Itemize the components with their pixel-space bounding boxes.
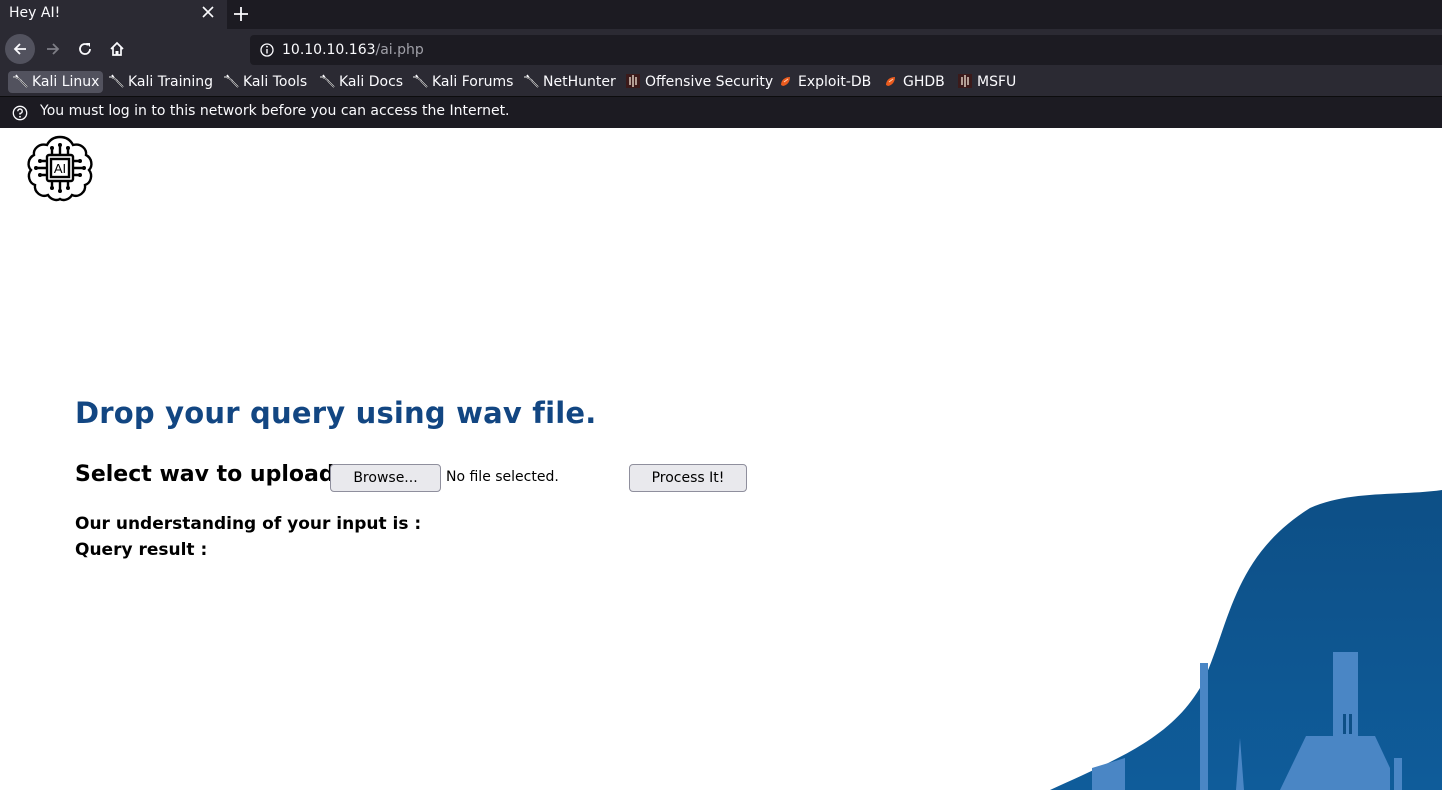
bookmark-label: Exploit-DB [798, 74, 872, 90]
query-result-label: Query result : [75, 540, 208, 560]
bookmarks-toolbar: Kali Linux Kali Training Kali Tools Kali Do… [0, 67, 1442, 96]
offsec-icon [625, 73, 641, 89]
bookmark-nethunter[interactable]: NetHunter [519, 71, 620, 93]
bookmark-label: GHDB [903, 74, 945, 90]
bookmark-kali-linux[interactable]: Kali Linux [8, 71, 104, 93]
upload-label: Select wav to upload: [75, 462, 344, 487]
arrow-left-icon [13, 43, 26, 55]
url-bar[interactable]: 10.10.10.163/ai.php [250, 35, 1442, 65]
browse-button[interactable]: Browse... [330, 464, 441, 492]
kali-dragon-icon [12, 73, 28, 89]
bookmark-label: Offensive Security [645, 74, 774, 90]
help-icon [12, 105, 28, 121]
home-button[interactable] [102, 34, 132, 64]
bookmark-kali-tools[interactable]: Kali Tools [219, 71, 311, 93]
bookmark-label: NetHunter [543, 74, 616, 90]
url-host: 10.10.10.163 [282, 42, 376, 58]
bookmark-kali-training[interactable]: Kali Training [104, 71, 217, 93]
bookmark-label: Kali Docs [339, 74, 404, 90]
notice-text: You must log in to this network before y… [40, 103, 510, 119]
exploitdb-icon [883, 73, 899, 89]
back-button[interactable] [5, 34, 35, 64]
understanding-label: Our understanding of your input is : [75, 514, 422, 534]
ai-chip-logo: AI [27, 135, 93, 202]
url-text: 10.10.10.163/ai.php [282, 42, 424, 58]
page-heading: Drop your query using wav file. [75, 396, 597, 430]
tab-bar: Hey AI! [0, 0, 1442, 29]
new-tab-icon[interactable] [232, 5, 250, 23]
reload-icon [79, 43, 91, 55]
bookmark-label: MSFU [977, 74, 1017, 90]
bookmark-offensive-security[interactable]: Offensive Security [621, 71, 777, 93]
home-icon [110, 41, 124, 56]
bookmark-label: Kali Linux [32, 74, 100, 90]
forward-button[interactable] [38, 34, 68, 64]
bookmark-label: Kali Training [128, 74, 213, 90]
decorative-wave-cityscape [1050, 490, 1442, 790]
bookmark-ghdb[interactable]: GHDB [879, 71, 949, 93]
kali-dragon-icon [319, 73, 335, 89]
tab-title: Hey AI! [9, 5, 61, 21]
offsec-icon [957, 73, 973, 89]
bookmark-exploit-db[interactable]: Exploit-DB [774, 71, 875, 93]
arrow-right-icon [47, 43, 60, 55]
bookmark-kali-forums[interactable]: Kali Forums [408, 71, 517, 93]
exploitdb-icon [778, 73, 794, 89]
captive-portal-notice: You must log in to this network before y… [0, 96, 1442, 128]
bookmark-kali-docs[interactable]: Kali Docs [315, 71, 407, 93]
kali-dragon-icon [223, 73, 239, 89]
kali-dragon-icon [412, 73, 428, 89]
bookmark-msfu[interactable]: MSFU [953, 71, 1020, 93]
url-path: /ai.php [375, 42, 424, 58]
logo-text: AI [54, 161, 66, 176]
file-status-text: No file selected. [446, 469, 559, 485]
bookmark-label: Kali Forums [432, 74, 514, 90]
kali-dragon-icon [108, 73, 124, 89]
close-icon[interactable] [201, 5, 215, 19]
bookmark-label: Kali Tools [243, 74, 308, 90]
process-button[interactable]: Process It! [629, 464, 747, 492]
info-icon[interactable] [260, 43, 274, 57]
tab-hey-ai[interactable]: Hey AI! [0, 0, 227, 29]
kali-dragon-icon [523, 73, 539, 89]
reload-button[interactable] [70, 34, 100, 64]
